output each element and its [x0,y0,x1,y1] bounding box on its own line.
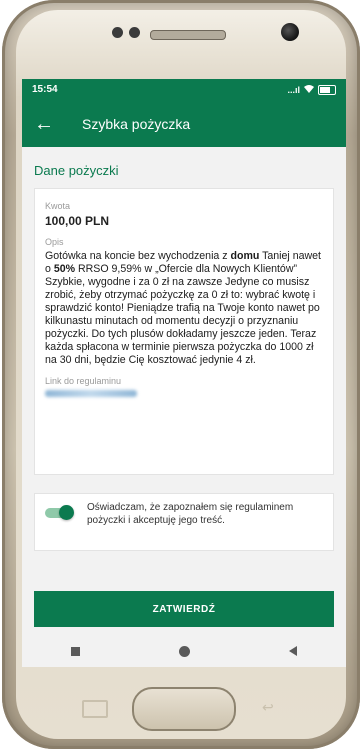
consent-toggle[interactable] [45,505,74,520]
battery-icon [318,84,336,95]
back-arrow-icon[interactable]: ← [34,114,54,134]
status-time: 15:54 [32,84,58,95]
amount-label: Kwota [45,201,71,211]
terms-link[interactable] [45,390,137,397]
content-area: Dane pożyczki Kwota 100,00 PLN Opis Gotó… [22,147,346,667]
wifi-icon [304,84,314,95]
hardware-recent-key[interactable] [82,700,108,718]
status-icons: ...ıl [287,84,336,95]
phone-screen: 15:54 ...ıl ← Szybka pożyczka Dane pożyc… [22,79,346,667]
earpiece-speaker [150,30,226,40]
page-title: Szybka pożyczka [82,115,191,132]
front-camera [281,23,299,41]
status-bar: 15:54 ...ıl [22,79,346,100]
section-title: Dane pożyczki [34,163,119,178]
description-label: Opis [45,237,64,247]
amount-value: 100,00 PLN [45,214,110,228]
app-bar: ← Szybka pożyczka [22,100,346,147]
terms-link-label: Link do regulaminu [45,376,122,386]
loan-details-card: Kwota 100,00 PLN Opis Gotówka na koncie … [34,188,334,475]
signal-icon: ...ıl [287,84,300,95]
nav-back-icon[interactable] [288,646,297,656]
nav-home-icon[interactable] [178,645,190,657]
confirm-button[interactable]: ZATWIERDŹ [34,591,334,627]
hardware-home-button[interactable] [132,687,236,731]
sensor-dots [112,27,140,38]
nav-recent-icon[interactable] [71,646,81,656]
loan-description: Gotówka na koncie bez wychodzenia z domu… [45,250,321,366]
system-nav-bar [22,635,346,667]
hardware-back-key[interactable]: ↩ [262,700,284,714]
consent-box: Oświadczam, że zapoznałem się regulamine… [34,493,334,551]
consent-text: Oświadczam, że zapoznałem się regulamine… [87,502,294,526]
